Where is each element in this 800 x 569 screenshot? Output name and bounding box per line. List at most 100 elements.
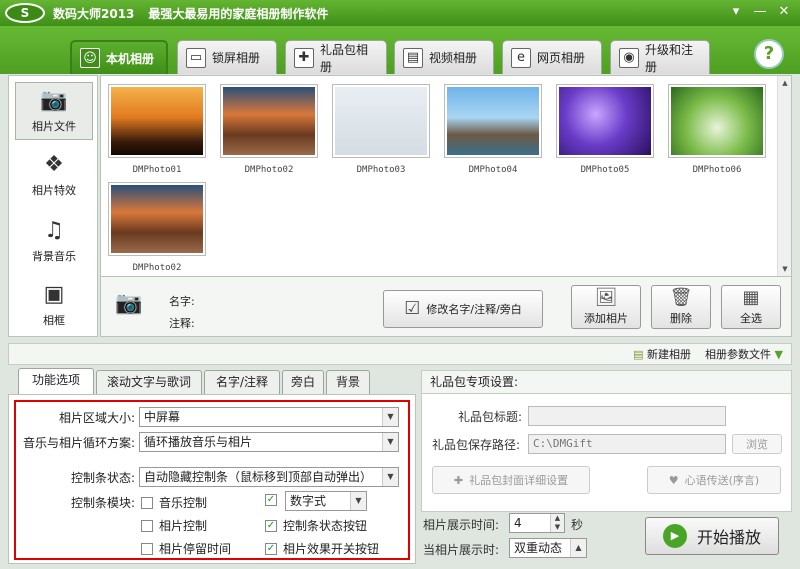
heart-message-button[interactable]: ♥ 心语传送(序言): [647, 466, 781, 494]
photo-thumbnail[interactable]: DMPhoto03: [331, 84, 431, 182]
music-control-checkbox[interactable]: 音乐控制: [141, 494, 207, 511]
photo-image: [559, 87, 651, 155]
control-bar-state-select[interactable]: 自动隐藏控制条（鼠标移到顶部自动弹出） ▼: [139, 467, 399, 487]
tab-local-album[interactable]: ☺ 本机相册: [70, 40, 168, 74]
photo-name: DMPhoto01: [132, 165, 182, 175]
photo-name: DMPhoto04: [468, 165, 518, 175]
start-playback-button[interactable]: ▶ 开始播放: [645, 517, 779, 555]
number-style-select[interactable]: 数字式 ▼: [285, 491, 367, 511]
thumbnail-frame: [108, 182, 206, 256]
edit-name-note-button[interactable]: ☑ 修改名字/注释/旁白: [383, 290, 543, 328]
stepper-arrows-icon[interactable]: ▲ ▼: [550, 514, 564, 532]
tab-label: 视频相册: [429, 51, 478, 65]
check-mark-icon: ✓: [265, 542, 277, 555]
region-size-select[interactable]: 中屏幕 ▼: [139, 407, 399, 427]
check-mark-icon: ✓: [265, 494, 277, 506]
gallery-scrollbar[interactable]: ▲ ▼: [777, 76, 791, 276]
display-mode-value: 双重动态: [514, 541, 563, 555]
photo-thumbnail[interactable]: DMPhoto02: [107, 182, 207, 280]
gift-path-label: 礼品包保存路径:: [432, 438, 521, 452]
photo-thumbnail[interactable]: DMPhoto01: [107, 84, 207, 182]
tab-video-album[interactable]: ▤ 视频相册: [394, 40, 494, 74]
scroll-down-icon[interactable]: ▼: [779, 263, 791, 275]
trash-icon: 🗑: [669, 287, 693, 308]
loop-scheme-select[interactable]: 循环播放音乐与相片 ▼: [139, 432, 399, 452]
tab-function-options[interactable]: 功能选项: [18, 368, 94, 394]
close-icon[interactable]: ✕: [774, 3, 794, 21]
tab-gift-album[interactable]: ✚ 礼品包相册: [285, 40, 387, 74]
heart-icon: ♥: [668, 473, 679, 487]
tab-lockscreen-album[interactable]: ▭ 锁屏相册: [177, 40, 277, 74]
checkbox-label: 相片效果开关按钮: [283, 542, 380, 556]
tab-web-album[interactable]: e 网页相册: [502, 40, 602, 74]
tab-scroll-text-lyrics[interactable]: 滚动文字与歌词: [96, 370, 202, 394]
gift-settings-body: 礼品包标题: 礼品包保存路径: C:\DMGift 浏览 ✚ 礼品包封面详细设置 …: [421, 394, 792, 512]
new-album-link[interactable]: ▤ 新建相册: [633, 346, 691, 362]
control-state-button-checkbox[interactable]: ✓ 控制条状态按钮: [265, 517, 367, 534]
film-icon: ▤: [403, 47, 423, 68]
photo-duration-checkbox[interactable]: 相片停留时间: [141, 540, 231, 557]
delete-button-label: 删除: [670, 312, 692, 325]
photo-image: [111, 185, 203, 253]
gift-icon: ✚: [294, 47, 314, 68]
control-bar-state-value: 自动隐藏控制条（鼠标移到顶部自动弹出）: [144, 470, 373, 484]
new-album-label: 新建相册: [647, 348, 692, 361]
browse-button[interactable]: 浏览: [732, 434, 782, 454]
delete-button[interactable]: 🗑 删除: [651, 285, 711, 329]
display-mode-select[interactable]: 双重动态 ▲: [509, 538, 587, 558]
number-style-checkbox[interactable]: ✓: [265, 494, 277, 506]
tab-upgrade-register[interactable]: ◉ 升级和注册: [610, 40, 710, 74]
add-photo-button[interactable]: 🖼 添加相片: [571, 285, 641, 329]
app-slogan: 最强大最易用的家庭相册制作软件: [148, 6, 329, 21]
app-logo: S: [5, 3, 45, 23]
photo-image: [335, 87, 427, 155]
sidebar-item-photo-files[interactable]: 📷 相片文件: [15, 82, 93, 140]
checkbox-label: 相片停留时间: [159, 542, 232, 556]
sidebar-item-label: 相框: [43, 314, 65, 327]
photo-thumbnail[interactable]: DMPhoto04: [443, 84, 543, 182]
photo-thumbnail[interactable]: DMPhoto06: [667, 84, 767, 182]
edit-button-label: 修改名字/注释/旁白: [426, 303, 522, 316]
function-options-box: 相片区域大小: 中屏幕 ▼ 音乐与相片循环方案: 循环播放音乐与相片 ▼ 控制条状态…: [8, 394, 416, 564]
gift-title-input[interactable]: [528, 406, 726, 426]
gift-cover-label: 礼品包封面详细设置: [469, 474, 569, 487]
photo-control-checkbox[interactable]: 相片控制: [141, 517, 207, 534]
help-button[interactable]: ?: [754, 39, 784, 69]
chevron-down-icon: ▼: [382, 408, 398, 426]
album-params-link[interactable]: 相册参数文件 ▼: [705, 346, 783, 362]
gift-cover-settings-button[interactable]: ✚ 礼品包封面详细设置: [432, 466, 590, 494]
thumbnail-frame: [444, 84, 542, 158]
scroll-up-icon[interactable]: ▲: [779, 77, 791, 89]
thumbnail-frame: [108, 84, 206, 158]
sidebar-item-label: 背景音乐: [32, 250, 76, 263]
region-size-value: 中屏幕: [144, 410, 181, 424]
display-time-label: 相片展示时间:: [423, 518, 500, 532]
tab-name-note[interactable]: 名字/注释: [204, 370, 280, 394]
photo-image: [671, 87, 763, 155]
sidebar-item-photo-effects[interactable]: ❖ 相片特效: [15, 146, 93, 204]
checkbox-label: 音乐控制: [159, 496, 208, 510]
sidebar-item-photo-frame[interactable]: ▣ 相框: [15, 276, 93, 334]
add-photo-icon: 🖼: [594, 287, 618, 308]
select-all-button[interactable]: ▦ 全选: [721, 285, 781, 329]
chevron-down-icon: ▼: [382, 468, 398, 486]
checkbox-box: [141, 519, 153, 532]
browser-e-icon: e: [511, 47, 531, 68]
sparkle-icon: ❖: [44, 152, 64, 177]
tab-background[interactable]: 背景: [326, 370, 370, 394]
menu-dropdown-icon[interactable]: ▾: [726, 3, 746, 21]
check-mark-icon: ✓: [265, 519, 277, 532]
photo-thumbnail[interactable]: DMPhoto02: [219, 84, 319, 182]
loop-scheme-label: 音乐与相片循环方案:: [22, 436, 135, 450]
minimize-icon[interactable]: —: [750, 3, 770, 21]
gift-path-input[interactable]: C:\DMGift: [528, 434, 726, 454]
tab-narration[interactable]: 旁白: [282, 370, 324, 394]
heart-message-label: 心语传送(序言): [684, 474, 760, 487]
select-all-label: 全选: [740, 312, 762, 325]
display-time-stepper[interactable]: 4 ▲ ▼: [509, 513, 565, 533]
effect-switch-button-checkbox[interactable]: ✓ 相片效果开关按钮: [265, 540, 379, 557]
window-controls: ▾ — ✕: [726, 3, 794, 21]
sidebar-item-background-music[interactable]: ♫ 背景音乐: [15, 212, 93, 270]
control-module-label: 控制条模块:: [70, 496, 135, 510]
photo-thumbnail[interactable]: DMPhoto05: [555, 84, 655, 182]
